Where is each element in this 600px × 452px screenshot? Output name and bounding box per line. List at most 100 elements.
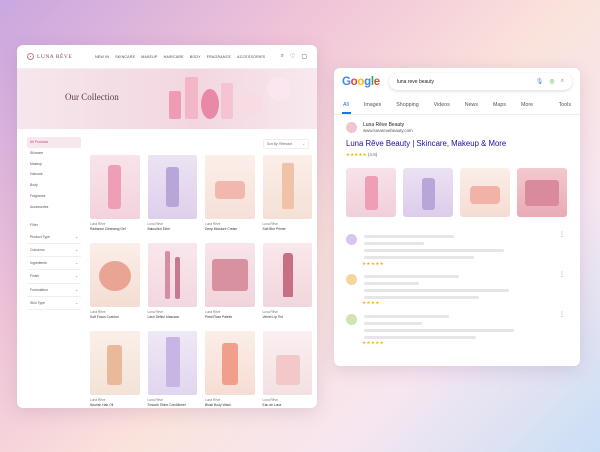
product-name: Velvet Lip Tint [262,315,284,319]
category-item[interactable]: Makeup [27,159,81,170]
product-card[interactable]: Luna Rêve Lash Define Mascara [147,243,197,331]
tab-more[interactable]: More [521,102,533,108]
menu-item[interactable]: SKINCARE [115,55,135,59]
menu-item[interactable]: ACCESSORIES [237,55,265,59]
page-title: Our Collection [65,92,119,102]
brand-name: LUNA RÊVE [37,53,73,60]
result-image[interactable] [346,168,396,217]
filter-formulation[interactable]: Formulation ⌄ [27,284,81,298]
product-jar-shape [215,181,245,199]
filter-product-type[interactable]: Product Type ⌄ [27,231,81,244]
search-results-window: Google luna reve beauty 🎙︎ ◎ ⌕ All Images … [334,68,580,366]
tab-videos[interactable]: Videos [434,102,450,108]
brand-logo[interactable]: LUNA RÊVE [27,53,95,60]
product-card[interactable]: Luna Rêve Blush Body Wash [205,331,255,408]
text-placeholder [364,249,504,252]
more-options-icon[interactable]: ⋮ [559,311,565,318]
category-item[interactable]: Body [27,180,81,191]
category-item[interactable]: Fragrance [27,191,81,202]
top-result: Luna Rêve Beauty www.lunarevebeauty.com L… [334,115,580,217]
product-brand: Luna Rêve [262,310,278,314]
tab-images[interactable]: Images [364,102,381,108]
filter-label: Concerns [30,247,45,252]
result-image[interactable] [517,168,567,217]
result-image[interactable] [460,168,510,217]
google-logo[interactable]: Google [342,76,389,88]
active-tab-indicator [342,112,351,114]
more-options-icon[interactable]: ⋮ [559,231,565,238]
menu-item[interactable]: BODY [190,55,201,59]
product-image [90,243,140,307]
product-jar-shape [470,186,500,204]
search-icon[interactable]: ⌕ [281,53,284,60]
product-tube-shape [165,337,180,387]
chevron-down-icon: ⌄ [75,274,78,279]
product-image [205,155,255,219]
category-item[interactable]: Accessories [27,202,81,213]
search-input[interactable]: luna reve beauty 🎙︎ ◎ ⌕ [389,73,572,90]
result-image[interactable] [403,168,453,217]
product-brand: Luna Rêve [205,222,221,226]
search-icon[interactable]: ⌕ [561,78,564,85]
product-card[interactable]: Luna Rêve Radiance Cleansing Gel [90,155,140,243]
menu-item[interactable]: NEW IN [95,55,109,59]
more-options-icon[interactable]: ⋮ [559,271,565,278]
menu-item[interactable]: HAIRCARE [164,55,184,59]
tab-all[interactable]: All [343,102,349,108]
menu-item[interactable]: MAKEUP [141,55,157,59]
chevron-down-icon: ⌄ [302,142,305,146]
product-brand: Luna Rêve [90,222,106,226]
product-compact-shape [99,261,131,291]
product-card[interactable]: Luna Rêve Smooth Shine Conditioner [147,331,197,408]
heart-icon[interactable]: ♡ [290,53,295,60]
text-placeholder [364,296,479,299]
search-header: Google luna reve beauty 🎙︎ ◎ ⌕ [334,68,580,95]
tab-shopping[interactable]: Shopping [396,102,418,108]
lens-icon[interactable]: ◎ [549,78,554,85]
product-card[interactable]: Luna Rêve Soft Blur Primer [262,155,312,243]
filter-concerns[interactable]: Concerns ⌄ [27,244,81,258]
result-title-link[interactable]: Luna Rêve Beauty | Skincare, Makeup & Mo… [346,139,568,148]
shop-window: LUNA RÊVE NEW IN SKINCARE MAKEUP HAIRCAR… [17,45,317,408]
search-tabs: All Images Shopping Videos News Maps Mor… [334,95,580,115]
product-card[interactable]: Luna Rêve Deep Moisture Cream [205,155,255,243]
product-brand: Luna Rêve [147,398,163,402]
category-item[interactable]: Skincare [27,148,81,159]
menu-item[interactable]: FRAGRANCE [207,55,231,59]
product-mascara-shape [174,257,180,299]
product-bottle-shape [422,178,435,210]
product-name: Petal Rose Palette [205,315,233,319]
product-card[interactable]: Luna Rêve Soft Focus Cushion [90,243,140,331]
filter-finish[interactable]: Finish ⌄ [27,270,81,284]
category-all[interactable]: All Products [27,137,81,148]
tools-button[interactable]: Tools [559,102,571,108]
hero-product-image [185,77,198,119]
result-site[interactable]: Luna Rêve Beauty www.lunarevebeauty.com [346,122,568,133]
product-card[interactable]: Luna Rêve Bakuchiol Elixir [147,155,197,243]
sort-dropdown[interactable]: Sort By: Relevant ⌄ [263,139,309,149]
filter-ingredients[interactable]: Ingredients ⌄ [27,257,81,271]
text-placeholder [364,336,476,339]
product-grid: Luna Rêve Radiance Cleansing Gel Luna Rêv… [90,155,312,408]
product-brand: Luna Rêve [262,398,278,402]
bag-icon[interactable]: ▢ [301,53,307,60]
category-item[interactable]: Haircare [27,169,81,180]
chevron-down-icon: ⌄ [75,247,78,252]
product-card[interactable]: Luna Rêve Nourish Hair Oil [90,331,140,408]
category-sidebar: All Products Skincare Makeup Haircare Bo… [27,137,81,311]
product-card[interactable]: Luna Rêve Eau de Luna [262,331,312,408]
filter-skin-type[interactable]: Skin Type ⌄ [27,297,81,311]
tab-maps[interactable]: Maps [493,102,506,108]
tab-news[interactable]: News [465,102,478,108]
microphone-icon[interactable]: 🎙︎ [536,78,544,85]
product-mascara-shape [164,251,170,299]
shop-navbar: LUNA RÊVE NEW IN SKINCARE MAKEUP HAIRCAR… [17,45,317,69]
site-url: www.lunarevebeauty.com [363,128,413,133]
product-bottle-shape [107,345,122,385]
product-card[interactable]: Luna Rêve Petal Rose Palette [205,243,255,331]
product-bottle-shape [108,165,121,209]
product-name: Radiance Cleansing Gel [90,227,126,231]
product-card[interactable]: Luna Rêve Velvet Lip Tint [262,243,312,331]
product-palette-shape [212,259,248,291]
site-favicon [346,274,357,285]
